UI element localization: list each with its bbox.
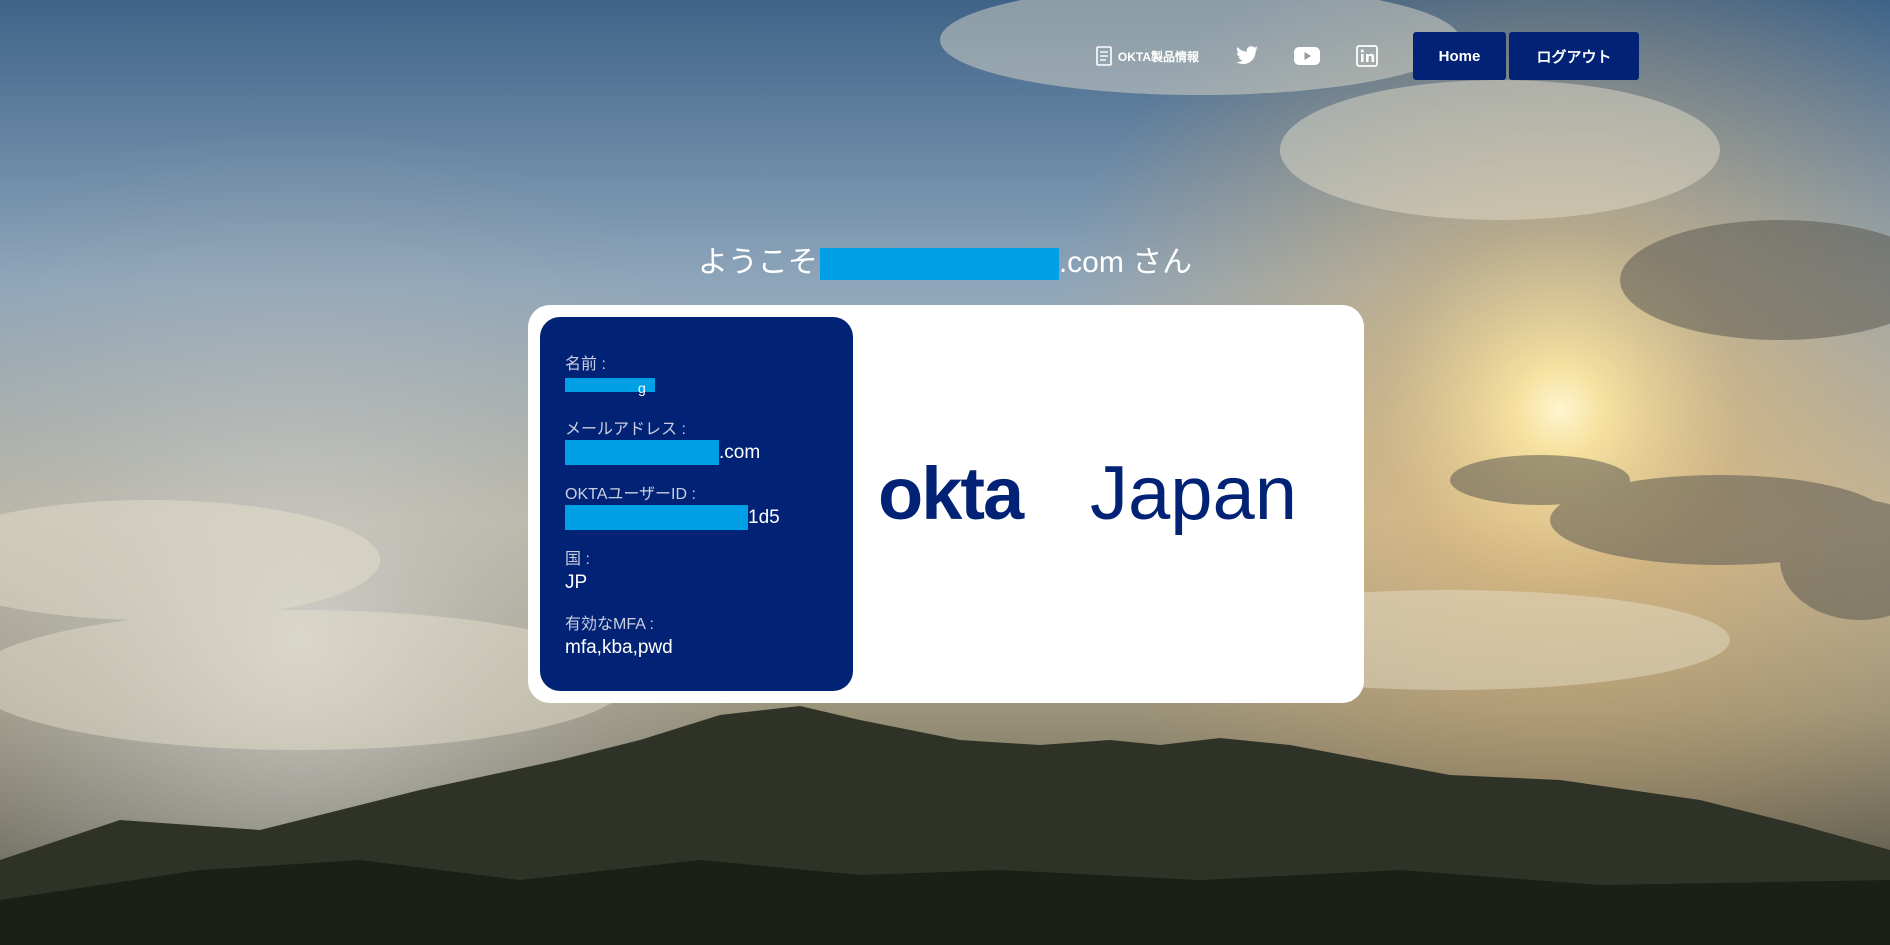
name-value-text: g xyxy=(638,380,646,396)
name-label: 名前 : xyxy=(565,356,606,373)
email-value-text: .com xyxy=(719,442,761,463)
redacted-user-id xyxy=(565,505,748,530)
redacted-username xyxy=(819,248,1059,281)
linkedin-link[interactable] xyxy=(1353,42,1381,70)
welcome-suffix: さん xyxy=(1123,246,1193,279)
email-field: メールアドレス : .com xyxy=(565,420,853,470)
home-button[interactable]: Home xyxy=(1413,32,1506,80)
redacted-email xyxy=(565,440,719,465)
user-info-panel: 名前 : g メールアドレス : .com OKTAユーザーID : 1d5 国… xyxy=(540,317,853,691)
top-navigation: OKTA製品情報 Home ログアウト xyxy=(1096,30,1639,82)
twitter-link[interactable] xyxy=(1233,42,1261,70)
okta-product-info-label: OKTA製品情報 xyxy=(1117,49,1199,64)
okta-japan-logo: okta Japan xyxy=(878,455,1297,535)
country-value: JP xyxy=(565,572,588,593)
email-label: メールアドレス : xyxy=(565,421,686,438)
user-id-value: 1d5 xyxy=(565,505,853,531)
user-id-value-text: 1d5 xyxy=(748,507,780,528)
name-value: g xyxy=(565,375,853,401)
profile-card: 名前 : g メールアドレス : .com OKTAユーザーID : 1d5 国… xyxy=(528,305,1364,703)
japan-region-text: Japan xyxy=(1090,455,1297,535)
name-field: 名前 : g xyxy=(565,355,853,405)
twitter-icon xyxy=(1236,46,1258,64)
page: OKTA製品情報 Home ログアウト ようこそ .com さん 名前: g … xyxy=(0,0,1890,945)
logout-button[interactable]: ログアウト xyxy=(1509,32,1639,80)
welcome-prefix: ようこそ xyxy=(697,246,818,279)
document-icon xyxy=(1096,46,1112,66)
country-field: 国 : JP xyxy=(565,550,853,600)
user-id-label: OKTAユーザーID : xyxy=(565,486,696,503)
linkedin-icon xyxy=(1356,45,1378,67)
welcome-heading: ようこそ .com さん xyxy=(0,243,1890,283)
okta-product-info-link[interactable]: OKTA製品情報 xyxy=(1096,46,1199,66)
email-value: .com xyxy=(565,440,853,466)
welcome-domain-suffix: .com xyxy=(1058,246,1124,279)
youtube-link[interactable] xyxy=(1293,42,1321,70)
mfa-field: 有効なMFA : mfa,kba,pwd xyxy=(565,615,853,665)
country-label: 国 : xyxy=(565,551,590,568)
user-id-field: OKTAユーザーID : 1d5 xyxy=(565,485,853,535)
mfa-value: mfa,kba,pwd xyxy=(565,637,673,658)
okta-brand-text: okta xyxy=(878,455,1025,535)
mfa-label: 有効なMFA : xyxy=(565,616,654,633)
youtube-icon xyxy=(1294,47,1320,65)
